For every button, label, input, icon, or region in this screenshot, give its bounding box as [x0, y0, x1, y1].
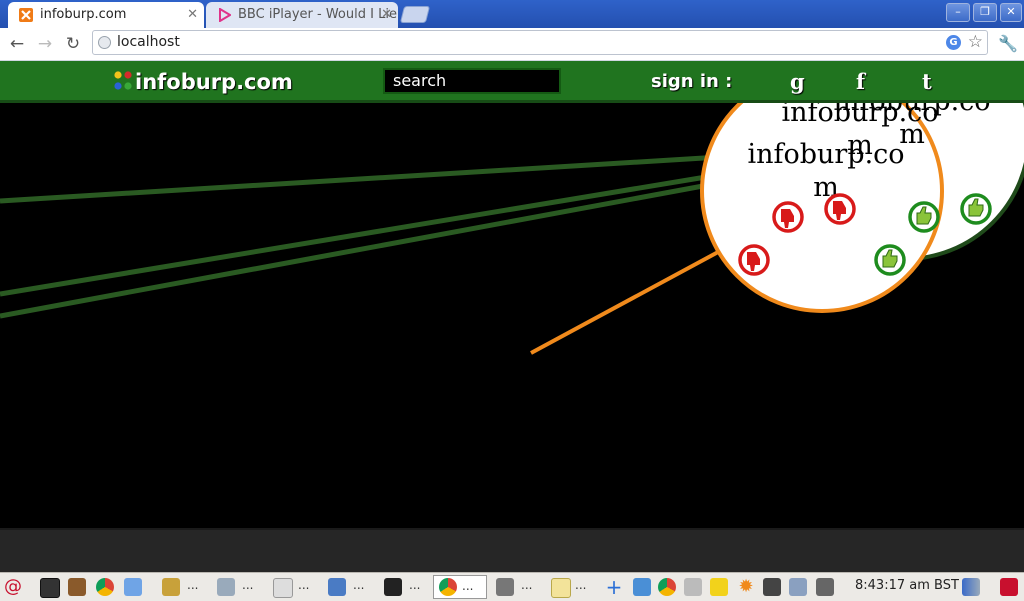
xampp-favicon-icon [19, 8, 33, 22]
browser-toolbar: ← → ↻ localhost G ☆ 🔧 [0, 28, 1024, 61]
clock[interactable]: 8:43:17 am BST [855, 578, 959, 593]
reload-icon[interactable]: ↻ [63, 34, 83, 54]
link-line [0, 178, 731, 319]
maximize-button[interactable]: ❐ [973, 3, 997, 22]
archive-icon[interactable] [162, 578, 180, 596]
facebook-signin-icon[interactable]: f [856, 69, 865, 94]
terminal-window-icon[interactable] [384, 578, 402, 596]
notes-icon[interactable] [710, 578, 728, 596]
terminal-icon[interactable] [40, 578, 60, 598]
close-tab-icon[interactable]: ✕ [187, 7, 198, 22]
selected-link-line [530, 249, 721, 355]
window-button[interactable]: ... [521, 578, 532, 592]
site-logo[interactable]: infoburp.com [135, 70, 293, 94]
chrome-launcher-icon[interactable] [658, 578, 676, 596]
window-button[interactable]: ... [575, 578, 586, 592]
browser-titlebar: infoburp.com ✕ BBC iPlayer - Would I Lie… [0, 0, 1024, 28]
tab-infoburp[interactable]: infoburp.com ✕ [8, 2, 204, 28]
editor-icon[interactable] [551, 578, 571, 598]
graph-canvas[interactable]: infoburp.com infoburp.com infoburp.com [0, 103, 1024, 528]
dropbox-icon[interactable] [633, 578, 651, 596]
wifi-icon[interactable] [962, 578, 980, 596]
document-icon[interactable] [273, 578, 293, 598]
logout-icon[interactable] [1000, 578, 1018, 596]
window-list-icon[interactable] [816, 578, 834, 596]
sun-icon[interactable]: ✹ [737, 578, 755, 596]
add-icon[interactable]: + [605, 577, 623, 597]
page-footer-strip [0, 528, 1024, 574]
back-arrow-icon[interactable]: ← [7, 34, 27, 54]
close-window-button[interactable]: ✕ [1000, 3, 1022, 22]
active-window-button[interactable]: ... [433, 575, 487, 599]
link-line [0, 170, 731, 297]
chrome-icon[interactable] [96, 578, 114, 596]
iplayer-favicon-icon [219, 8, 231, 22]
chrome-icon [439, 578, 457, 596]
bookmark-star-icon[interactable]: ☆ [968, 32, 983, 52]
new-tab-button[interactable] [399, 6, 431, 23]
desktop-taskbar: @ ... ... ... ... ... ... ... ... + ✹ 8:… [0, 572, 1024, 601]
tab-title: infoburp.com [40, 7, 127, 22]
devices-icon[interactable] [789, 578, 807, 596]
window-button[interactable]: ... [242, 578, 253, 592]
network-icon[interactable] [217, 578, 235, 596]
google-signin-icon[interactable]: g [790, 69, 805, 94]
close-tab-icon[interactable]: ✕ [381, 7, 392, 22]
tab-title: BBC iPlayer - Would I Lie [238, 7, 397, 22]
node-label: infoburp.com [747, 139, 905, 203]
paintbrush-icon[interactable] [68, 578, 86, 596]
window-button[interactable]: ... [353, 578, 364, 592]
calculator-icon[interactable] [496, 578, 514, 596]
display-icon[interactable] [328, 578, 346, 596]
update-icon[interactable] [124, 578, 142, 596]
usb-icon[interactable] [684, 578, 702, 596]
tumblr-signin-icon[interactable]: t [922, 69, 932, 94]
minimize-button[interactable]: – [946, 3, 970, 22]
wrench-menu-icon[interactable]: 🔧 [998, 34, 1018, 53]
window-button[interactable]: ... [409, 578, 420, 592]
window-button[interactable]: ... [298, 578, 309, 592]
google-search-icon[interactable]: G [946, 35, 961, 50]
site-header: infoburp.com search sign in : g f t [0, 61, 1024, 103]
globe-icon [98, 36, 111, 49]
tab-bbc-iplayer[interactable]: BBC iPlayer - Would I Lie ✕ [206, 2, 398, 28]
address-bar[interactable]: localhost G ☆ [92, 30, 988, 55]
forward-arrow-icon[interactable]: → [35, 34, 55, 54]
address-text[interactable]: localhost [117, 34, 180, 50]
search-input[interactable]: search [383, 68, 561, 94]
debian-menu-icon[interactable]: @ [4, 578, 22, 596]
monitor-icon[interactable] [763, 578, 781, 596]
signin-label: sign in : [651, 71, 733, 92]
window-button[interactable]: ... [187, 578, 198, 592]
logo-dots-icon [114, 71, 132, 90]
